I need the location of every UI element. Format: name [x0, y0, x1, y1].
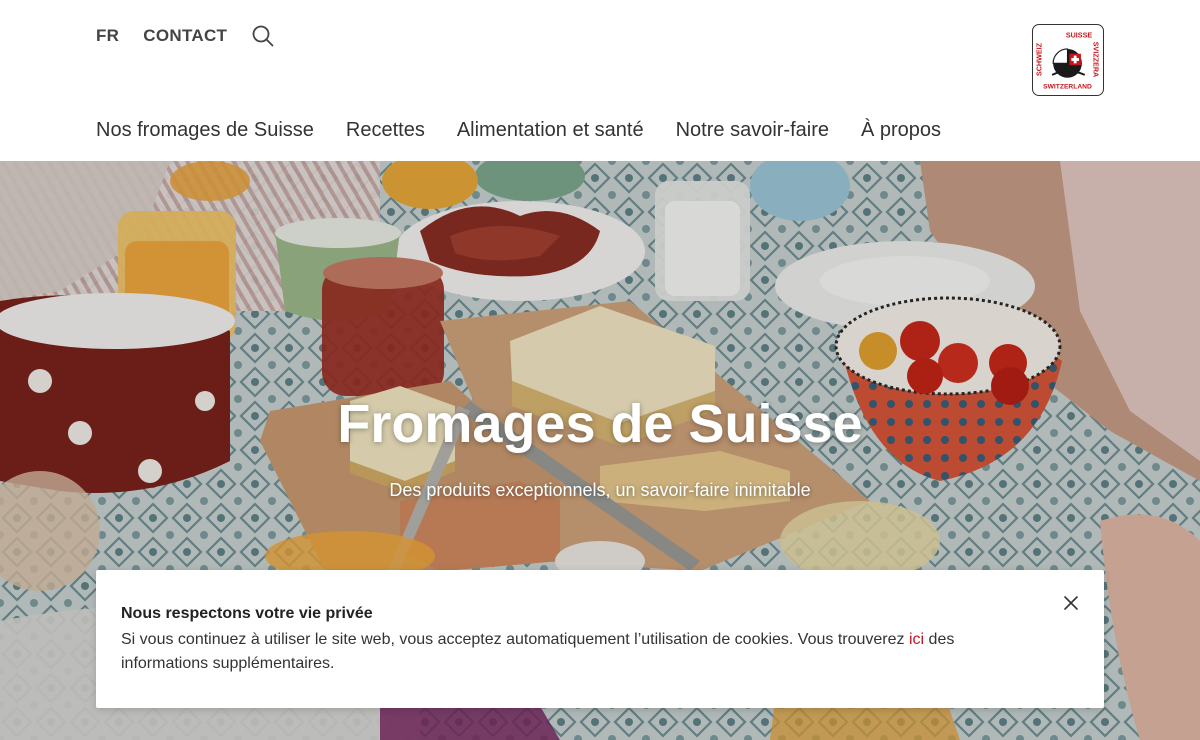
logo-text-bottom: SWITZERLAND [1043, 83, 1092, 90]
logo-text-top: SUISSE [1066, 31, 1093, 39]
site-header: FR CONTACT SCHWEIZ SUISSE SVIZZERA SWITZ… [0, 0, 1200, 161]
cookie-text: Si vous continuez à utiliser le site web… [121, 628, 1021, 676]
search-icon[interactable] [251, 24, 275, 48]
contact-link[interactable]: CONTACT [143, 26, 227, 46]
cookie-banner: Nous respectons votre vie privée Si vous… [96, 570, 1104, 708]
logo-text-left: SCHWEIZ [1036, 42, 1044, 76]
nav-item-recettes[interactable]: Recettes [346, 119, 425, 142]
cookie-more-info-link[interactable]: ici [909, 631, 924, 648]
nav-item-nos-fromages[interactable]: Nos fromages de Suisse [96, 119, 314, 142]
cookie-text-before: Si vous continuez à utiliser le site web… [121, 631, 909, 648]
cookie-title: Nous respectons votre vie privée [121, 605, 373, 622]
language-switch[interactable]: FR [96, 26, 119, 46]
nav-item-a-propos[interactable]: À propos [861, 119, 941, 142]
utility-bar: FR CONTACT [96, 24, 275, 48]
hero-subtitle: Des produits exceptionnels, un savoir-fa… [389, 480, 811, 500]
main-navigation: Nos fromages de Suisse Recettes Alimenta… [96, 119, 973, 142]
nav-item-alimentation[interactable]: Alimentation et santé [457, 119, 644, 142]
swiss-cheese-logo-icon[interactable]: SCHWEIZ SUISSE SVIZZERA SWITZERLAND [1032, 24, 1104, 96]
nav-item-savoir-faire[interactable]: Notre savoir-faire [676, 119, 829, 142]
hero-title: Fromages de Suisse [337, 394, 863, 454]
close-icon[interactable] [1062, 594, 1080, 612]
logo-text-right: SVIZZERA [1091, 42, 1099, 77]
